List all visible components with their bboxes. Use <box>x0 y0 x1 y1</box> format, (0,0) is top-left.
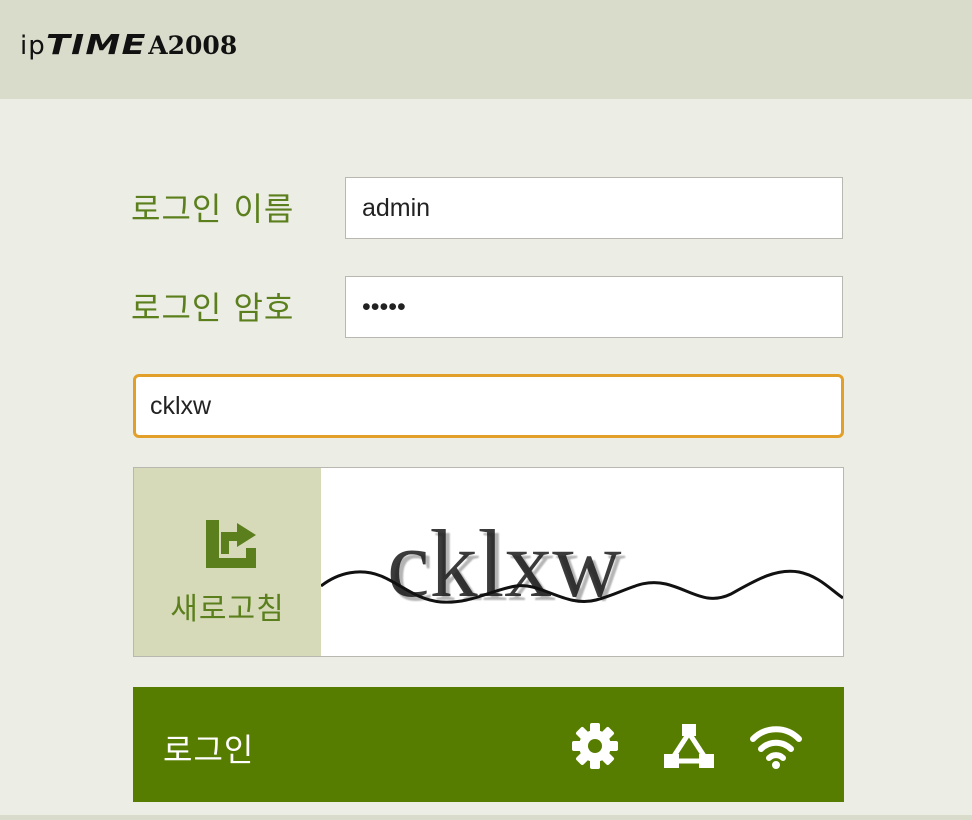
gear-icon[interactable] <box>569 721 621 771</box>
username-label: 로그인 이름 <box>131 190 295 228</box>
captcha-image: cklxw cklxw <box>321 510 843 621</box>
password-input[interactable] <box>345 276 843 338</box>
refresh-label: 새로고침 <box>170 592 285 627</box>
captcha-input[interactable] <box>133 374 844 438</box>
captcha-box: 새로고침 cklxw cklxw <box>133 467 844 657</box>
password-label: 로그인 암호 <box>131 289 295 327</box>
model-name: A2008 <box>148 31 238 60</box>
refresh-icon <box>206 520 256 568</box>
bottom-strip <box>0 815 972 820</box>
wifi-icon[interactable] <box>750 721 802 771</box>
username-input[interactable] <box>345 177 843 239</box>
network-icon[interactable] <box>663 721 715 771</box>
captcha-refresh-button[interactable]: 새로고침 <box>134 468 321 656</box>
login-label: 로그인 <box>163 731 255 769</box>
logo-prefix: ip <box>20 31 46 61</box>
header-bar: ip TIME A2008 <box>0 0 972 99</box>
logo-brand: TIME <box>45 28 147 61</box>
iptime-logo: ip TIME A2008 <box>20 28 237 64</box>
login-button[interactable]: 로그인 <box>133 687 844 802</box>
